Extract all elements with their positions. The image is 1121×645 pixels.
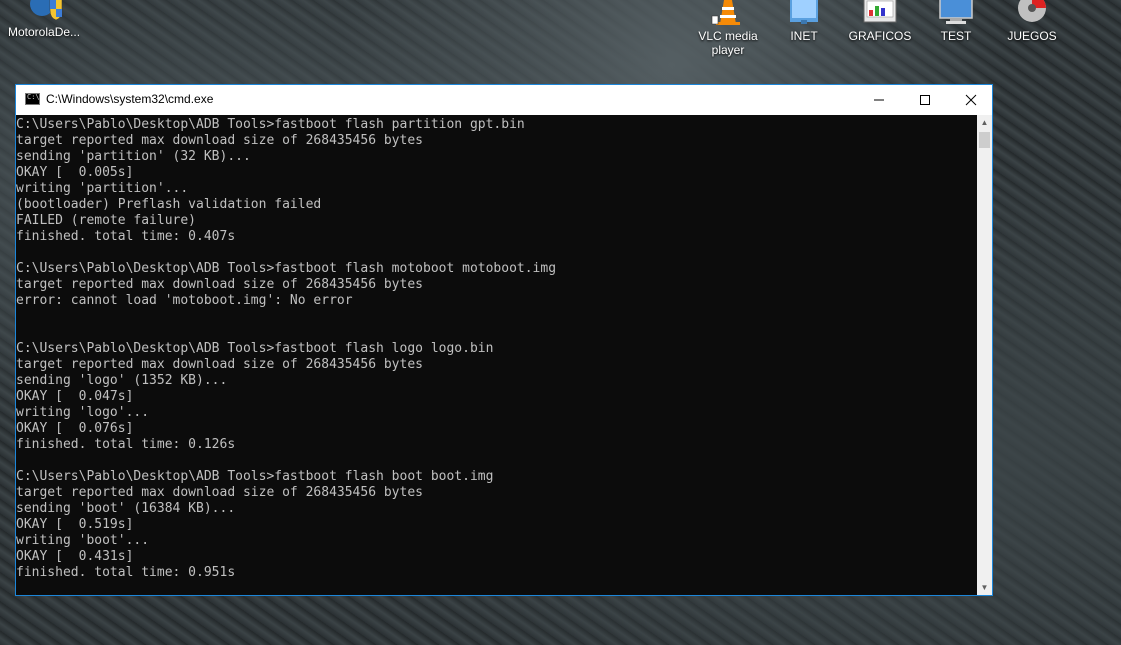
console-line: C:\Users\Pablo\Desktop\ADB Tools>fastboo… bbox=[16, 341, 494, 356]
desktop-icon-motorola[interactable]: MotorolaDe... bbox=[8, 0, 80, 39]
minimize-button[interactable] bbox=[856, 85, 902, 115]
desktop-icon-juegos[interactable]: JUEGOS bbox=[996, 0, 1068, 43]
console-line: OKAY [ 0.047s] bbox=[16, 389, 134, 404]
disc-icon bbox=[1012, 0, 1052, 26]
desktop-icon-label: GRAFICOS bbox=[848, 29, 912, 43]
console-line: (bootloader) Preflash validation failed bbox=[16, 197, 322, 212]
vlc-cone-icon bbox=[708, 0, 748, 26]
console-text: C:\Users\Pablo\Desktop\ADB Tools>fastboo… bbox=[16, 115, 977, 581]
desktop-icon-label: TEST bbox=[940, 29, 972, 43]
console-line: target reported max download size of 268… bbox=[16, 133, 423, 148]
console-line: writing 'partition'... bbox=[16, 181, 189, 196]
desktop-icon-label: VLC media player bbox=[698, 29, 758, 57]
console-line: OKAY [ 0.519s] bbox=[16, 517, 134, 532]
network-folder-icon bbox=[784, 0, 824, 26]
cmd-window[interactable]: C:\Windows\system32\cmd.exe C:\Users\Pab… bbox=[15, 84, 993, 596]
console-line: C:\Users\Pablo\Desktop\ADB Tools>fastboo… bbox=[16, 261, 557, 276]
console-line: sending 'partition' (32 KB)... bbox=[16, 149, 251, 164]
console-line: OKAY [ 0.005s] bbox=[16, 165, 134, 180]
graphics-folder-icon bbox=[860, 0, 900, 26]
desktop-icon-label: INET bbox=[790, 29, 818, 43]
console-line: writing 'boot'... bbox=[16, 533, 150, 548]
console-output[interactable]: C:\Users\Pablo\Desktop\ADB Tools>fastboo… bbox=[16, 115, 977, 595]
console-line: C:\Users\Pablo\Desktop\ADB Tools>fastboo… bbox=[16, 117, 525, 132]
window-title: C:\Windows\system32\cmd.exe bbox=[46, 92, 214, 106]
console-line: finished. total time: 0.951s bbox=[16, 565, 236, 580]
close-button[interactable] bbox=[948, 85, 994, 115]
monitor-icon bbox=[936, 0, 976, 26]
desktop-icon-label: MotorolaDe... bbox=[8, 25, 81, 39]
scroll-up-arrow-icon[interactable]: ▲ bbox=[977, 115, 992, 130]
minimize-icon bbox=[874, 99, 884, 101]
desktop-icon-label: JUEGOS bbox=[1007, 29, 1057, 43]
desktop-icon-graficos[interactable]: GRAFICOS bbox=[844, 0, 916, 43]
maximize-button[interactable] bbox=[902, 85, 948, 115]
scroll-down-arrow-icon[interactable]: ▼ bbox=[977, 580, 992, 595]
cmd-app-icon[interactable] bbox=[25, 93, 40, 105]
scrollbar-thumb[interactable] bbox=[979, 132, 990, 148]
desktop-icon-inet[interactable]: INET bbox=[768, 0, 840, 43]
console-line: finished. total time: 0.407s bbox=[16, 229, 236, 244]
console-line: FAILED (remote failure) bbox=[16, 213, 197, 228]
motorola-shield-icon bbox=[24, 0, 64, 22]
vertical-scrollbar[interactable]: ▲ ▼ bbox=[977, 115, 992, 595]
console-line: error: cannot load 'motoboot.img': No er… bbox=[16, 293, 353, 308]
console-line: sending 'logo' (1352 KB)... bbox=[16, 373, 228, 388]
console-line: target reported max download size of 268… bbox=[16, 485, 423, 500]
console-line: OKAY [ 0.431s] bbox=[16, 549, 134, 564]
desktop-icon-vlc[interactable]: VLC media player bbox=[692, 0, 764, 57]
title-bar[interactable]: C:\Windows\system32\cmd.exe bbox=[16, 85, 992, 115]
console-line: OKAY [ 0.076s] bbox=[16, 421, 134, 436]
maximize-icon bbox=[920, 95, 930, 105]
console-line: sending 'boot' (16384 KB)... bbox=[16, 501, 236, 516]
console-line: finished. total time: 0.126s bbox=[16, 437, 236, 452]
console-line: target reported max download size of 268… bbox=[16, 277, 423, 292]
desktop-icon-test[interactable]: TEST bbox=[920, 0, 992, 43]
close-icon bbox=[965, 94, 977, 106]
console-line: target reported max download size of 268… bbox=[16, 357, 423, 372]
console-line: C:\Users\Pablo\Desktop\ADB Tools>fastboo… bbox=[16, 469, 494, 484]
console-line: writing 'logo'... bbox=[16, 405, 150, 420]
